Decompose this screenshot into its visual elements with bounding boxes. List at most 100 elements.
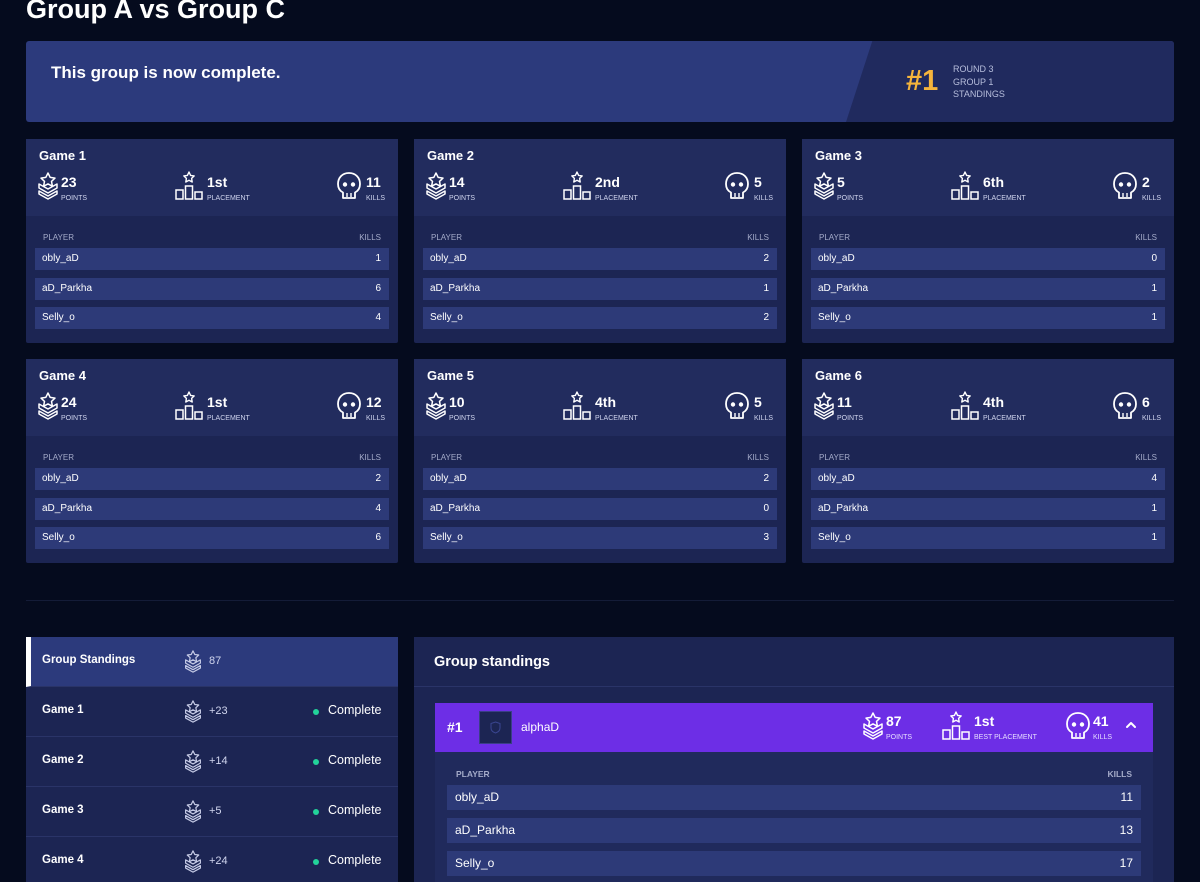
player-column-header: PLAYER [456,769,490,779]
sidebar-item-game[interactable]: Game 1 +23 Complete [26,687,398,737]
player-kills: 4 [375,502,381,514]
kills-label: KILLS [754,415,774,422]
placement-label: PLACEMENT [983,415,1026,422]
player-name: aD_Parkha [42,502,93,514]
chevron-up-icon[interactable] [1123,717,1139,738]
game-card-header: Game 3 5 POINTS 6th PLACEMENT 2 KILLS [802,139,1174,216]
team-kills-label: KILLS [1093,734,1113,741]
game-points: 5 [837,174,845,190]
points-badge-icon [184,849,202,879]
player-kills: 2 [763,312,769,323]
game-points: 10 [449,394,465,410]
player-name: aD_Parkha [455,823,516,837]
team-players: PLAYER KILLS obly_aD 11 aD_Parkha 13 Selly… [435,752,1153,882]
player-kills: 1 [1151,532,1157,543]
player-kills: 6 [375,532,381,543]
player-column-header: PLAYER [431,233,462,242]
player-kills: 11 [1120,790,1133,804]
group-sidebar: Group Standings 87 Game 1 +23 Complete G… [26,637,398,882]
status-text: Complete [328,703,382,717]
game-placement: 1st [207,394,228,410]
kills-column-header: KILLS [1135,453,1157,462]
kills-label: KILLS [1142,195,1162,202]
sidebar-item-label: Game 2 [42,754,84,766]
game-card: Game 1 23 POINTS 1st PLACEMENT 11 KILLS … [26,139,398,343]
status-text: Complete [328,803,382,817]
table-row: obly_aD 1 [35,248,389,270]
player-column-header: PLAYER [819,233,850,242]
points-label: POINTS [837,195,864,202]
banner-meta: ROUND 3 GROUP 1 STANDINGS [953,63,1005,101]
player-kills: 13 [1119,823,1133,837]
game-kills: 6 [1142,394,1150,410]
points-badge-icon [184,649,202,679]
points-label: POINTS [837,415,864,422]
player-column-header: PLAYER [431,453,462,462]
table-row: Selly_o 1 [811,307,1165,329]
table-row: Selly_o 17 [447,851,1141,876]
completion-banner: This group is now complete. #1 ROUND 3 G… [26,41,1174,122]
group-standings-panel: Group standings #1 alphaD 87 POINTS 1st … [414,637,1174,882]
sidebar-item-points: +24 [209,855,228,867]
game-kills: 2 [1142,174,1150,190]
kills-column-header: KILLS [1107,769,1132,779]
game-points: 11 [837,394,852,410]
player-kills: 6 [375,282,381,294]
kills-column-header: KILLS [359,453,381,462]
team-row[interactable]: #1 alphaD 87 POINTS 1st BEST PLACEMENT 4… [435,703,1153,752]
status-text: Complete [328,853,382,867]
player-name: aD_Parkha [818,282,869,294]
game-placement: 4th [595,394,616,410]
game-card: Game 5 10 POINTS 4th PLACEMENT 5 KILLS P… [414,359,786,563]
status-dot [313,809,319,815]
player-kills: 1 [763,282,769,294]
player-kills: 2 [375,473,381,484]
standings-title: Group standings [434,654,550,670]
shield-icon [490,721,501,734]
game-placement: 4th [983,394,1004,410]
status-text: Complete [328,753,382,767]
player-name: Selly_o [430,312,463,323]
sidebar-item-game[interactable]: Game 4 +24 Complete [26,837,398,882]
sidebar-item-points: 87 [209,655,222,667]
player-name: aD_Parkha [42,282,93,294]
status-dot [313,709,319,715]
player-column-header: PLAYER [43,453,74,462]
sidebar-item-points: +5 [209,805,222,817]
player-name: aD_Parkha [818,502,869,514]
game-title: Game 5 [427,368,474,383]
status-dot [313,759,319,765]
table-row: aD_Parkha 1 [423,277,777,300]
sidebar-item-game[interactable]: Game 3 +5 Complete [26,787,398,837]
banner-message: This group is now complete. [51,63,281,82]
team-name: alphaD [521,720,560,734]
game-card-header: Game 4 24 POINTS 1st PLACEMENT 12 KILLS [26,359,398,436]
table-row: Selly_o 3 [423,527,777,549]
kills-column-header: KILLS [747,453,769,462]
sidebar-item-game[interactable]: Game 2 +14 Complete [26,737,398,787]
points-label: POINTS [61,415,88,422]
player-kills: 4 [375,312,381,323]
game-points: 24 [61,394,77,410]
game-card: Game 6 11 POINTS 4th PLACEMENT 6 KILLS P… [802,359,1174,563]
game-title: Game 3 [815,148,862,163]
player-kills: 0 [1151,253,1157,264]
player-kills: 2 [763,473,769,484]
player-kills: 17 [1119,856,1133,870]
player-name: obly_aD [818,473,855,484]
banner-group: GROUP 1 [953,76,994,87]
game-title: Game 6 [815,368,862,383]
kills-label: KILLS [1142,415,1162,422]
player-kills: 0 [763,502,769,514]
sidebar-item-group-standings[interactable]: Group Standings 87 [26,637,398,687]
points-badge-icon [184,699,202,729]
game-card: Game 3 5 POINTS 6th PLACEMENT 2 KILLS PL… [802,139,1174,343]
player-name: obly_aD [42,253,79,264]
game-placement: 1st [207,174,228,190]
game-card-header: Game 2 14 POINTS 2nd PLACEMENT 5 KILLS [414,139,786,216]
player-name: obly_aD [430,253,467,264]
kills-label: KILLS [366,415,386,422]
player-name: Selly_o [818,312,851,323]
game-kills: 11 [366,174,381,190]
sidebar-item-label: Game 4 [42,854,84,866]
